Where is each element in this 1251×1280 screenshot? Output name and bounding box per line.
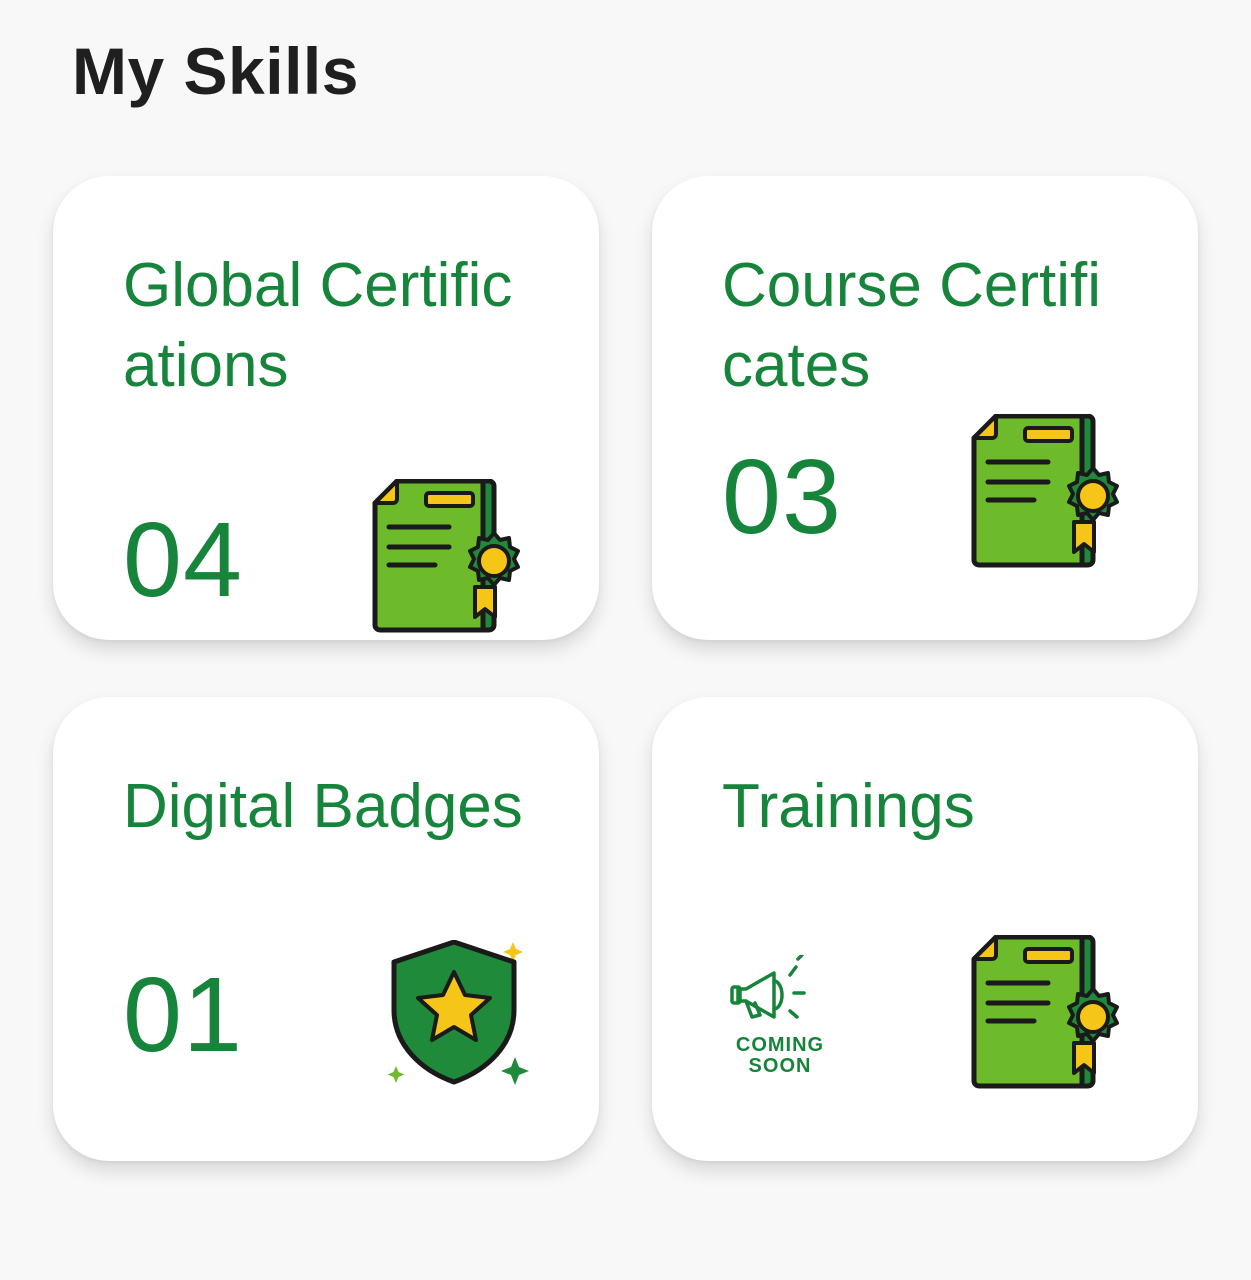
card-count: 03 (722, 438, 842, 556)
skill-card-trainings[interactable]: Trainings COMING SOON (652, 697, 1198, 1161)
shield-star-icon (386, 939, 536, 1095)
card-title: Course Certificates (722, 251, 1101, 400)
page-title: My Skills (72, 34, 359, 108)
skill-card-course-certificates[interactable]: Course Certificates 03 (652, 176, 1198, 640)
card-title: Digital Badges (123, 772, 523, 841)
coming-soon-line2: SOON (749, 1055, 812, 1073)
certificate-icon (371, 479, 531, 640)
coming-soon-badge: COMING SOON (724, 953, 836, 1078)
certificate-icon (970, 414, 1130, 579)
megaphone-icon (730, 953, 806, 1019)
card-title: Global Certifications (123, 251, 513, 400)
coming-soon-line1: COMING (736, 1034, 824, 1056)
skill-card-global-certifications[interactable]: Global Certifications 04 (53, 176, 599, 640)
skill-card-digital-badges[interactable]: Digital Badges 01 (53, 697, 599, 1161)
card-count: 01 (123, 956, 243, 1074)
certificate-icon (970, 935, 1130, 1100)
card-title: Trainings (722, 772, 975, 841)
card-count: 04 (123, 501, 243, 619)
